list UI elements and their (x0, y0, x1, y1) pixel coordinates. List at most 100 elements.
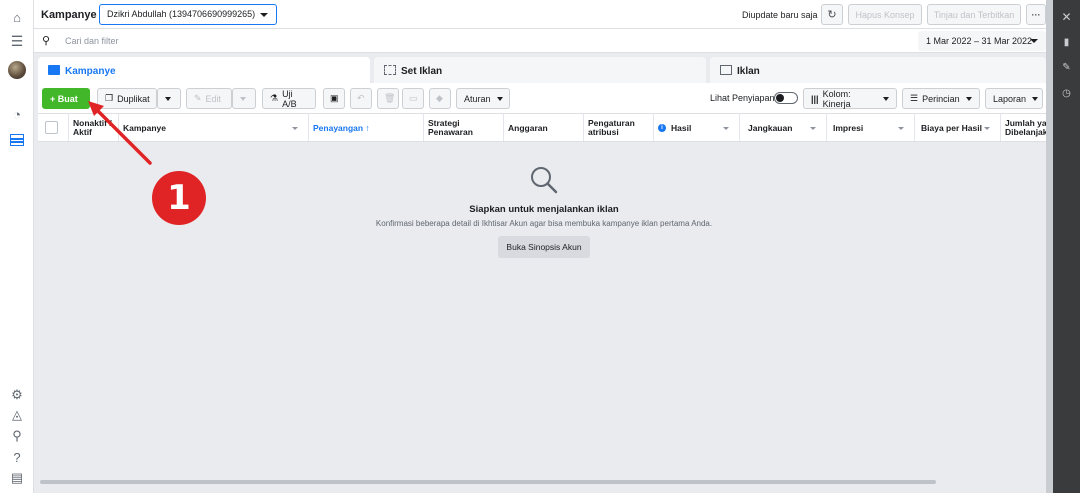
dashboard-icon[interactable]: ◔ (9, 106, 25, 122)
duplicate-dropdown[interactable] (157, 88, 181, 109)
report-icon[interactable]: ▤ (9, 470, 25, 486)
columns-label: Kolom: Kinerja (822, 88, 851, 109)
top-bar: Kampanye Dzikri Abdullah (13947066909992… (34, 0, 1046, 29)
clipboard-icon: ▣ (330, 93, 339, 103)
rules-button[interactable]: Aturan (456, 88, 510, 109)
column-campaign[interactable]: Kampanye (119, 114, 309, 141)
clipboard-button[interactable]: ▣ (323, 88, 345, 109)
date-range-label: 1 Mar 2022 – 31 Mar 2022 (926, 36, 1033, 46)
tag-button[interactable]: ◆ (429, 88, 451, 109)
chevron-down-icon (260, 13, 268, 17)
review-publish-button[interactable]: Tinjau dan Terbitkan (927, 4, 1021, 25)
open-account-overview-button[interactable]: Buka Sinopsis Akun (498, 236, 590, 258)
account-selector[interactable]: Dzikri Abdullah (1394706690999265) (99, 4, 277, 25)
column-label: Hasil (671, 122, 692, 133)
column-attribution[interactable]: Pengaturan atribusi (584, 114, 654, 141)
preview-icon: ▭ (409, 93, 418, 103)
level-tabs: Kampanye Set Iklan Iklan (38, 57, 1046, 83)
menu-icon[interactable]: ☰ (9, 33, 25, 49)
date-range-picker[interactable]: 1 Mar 2022 – 31 Mar 2022 (918, 31, 1046, 51)
more-options-button[interactable]: ··· (1026, 4, 1046, 25)
column-bid-strategy[interactable]: Strategi Penawaran (424, 114, 504, 141)
breakdown-button[interactable]: ☰ Perincian (902, 88, 980, 109)
tab-label: Set Iklan (401, 66, 443, 77)
column-label: Penayangan ↑ (313, 122, 370, 133)
chevron-down-icon (723, 127, 729, 130)
reports-label: Laporan (993, 93, 1027, 104)
column-label: Impresi (833, 122, 864, 133)
bell-icon[interactable]: ◬ (9, 407, 25, 423)
chevron-down-icon (240, 96, 246, 101)
update-status: Diupdate baru saja (742, 10, 818, 20)
breakdown-label: Perincian (922, 93, 960, 104)
column-label: Jangkauan (748, 122, 793, 133)
undo-icon: ↶ (357, 93, 365, 103)
flask-icon: ⚗ (270, 93, 279, 103)
gear-icon[interactable]: ⚙ (9, 387, 25, 403)
search-icon[interactable]: ⚲ (9, 428, 25, 444)
tag-icon: ◆ (436, 93, 443, 103)
table-header: Nonaktif / Aktif Kampanye Penayangan ↑ S… (38, 114, 1050, 142)
column-cost-per-result[interactable]: Biaya per Hasil (915, 114, 1001, 141)
empty-state-title: Siapkan untuk menjalankan iklan (469, 204, 619, 215)
search-input[interactable]: Cari dan filter (65, 36, 119, 46)
rules-label: Aturan (464, 93, 491, 104)
select-all-cell (38, 114, 69, 141)
breakdown-icon: ☰ (910, 93, 919, 103)
edit-dropdown[interactable] (232, 88, 256, 109)
duplicate-button[interactable]: ❐ Duplikat (97, 88, 157, 109)
close-icon[interactable]: ✕ (1060, 10, 1073, 24)
ab-test-button[interactable]: ⚗ Uji A/B (262, 88, 316, 109)
refresh-icon: ↻ (827, 9, 837, 21)
refresh-button[interactable]: ↻ (821, 4, 843, 25)
column-impressions[interactable]: Impresi (827, 114, 915, 141)
select-all-checkbox[interactable] (45, 121, 58, 134)
clock-icon[interactable]: ◷ (1060, 87, 1073, 100)
tab-label: Iklan (737, 66, 760, 77)
column-reach[interactable]: Jangkauan (740, 114, 827, 141)
columns-button[interactable]: ||| Kolom: Kinerja (803, 88, 897, 109)
column-results[interactable]: i Hasil (654, 114, 740, 141)
chevron-down-icon (1030, 39, 1038, 43)
reports-button[interactable]: Laporan (985, 88, 1043, 109)
delete-button[interactable]: 🗑 (377, 88, 399, 109)
tab-label: Kampanye (65, 66, 116, 77)
view-setup-toggle[interactable] (774, 92, 798, 104)
undo-button[interactable]: ↶ (350, 88, 372, 109)
help-icon[interactable]: ? (9, 449, 25, 465)
campaign-grid-icon[interactable] (10, 134, 24, 146)
edit-button[interactable]: ✎ Edit (186, 88, 232, 109)
tab-ad-sets[interactable]: Set Iklan (374, 57, 706, 83)
horizontal-scrollbar[interactable] (38, 479, 1050, 485)
column-amount-spent[interactable]: Jumlah yang Dibelanjakan (1001, 114, 1050, 141)
copy-icon: ❐ (105, 93, 114, 103)
ads-manager: ⌂ ☰ ◔ ⚙ ◬ ⚲ ? ▤ Kampanye Dzikri Abdullah… (0, 0, 1080, 493)
create-button[interactable]: + Buat (42, 88, 90, 109)
left-navigation: ⌂ ☰ ◔ ⚙ ◬ ⚲ ? ▤ (0, 0, 34, 493)
column-delivery[interactable]: Penayangan ↑ (309, 114, 424, 141)
bar-chart-icon[interactable]: ▮ (1060, 36, 1073, 49)
column-toggle[interactable]: Nonaktif / Aktif (69, 114, 119, 141)
edit-label: Edit (205, 93, 222, 104)
discard-draft-button[interactable]: Hapus Konsep (848, 4, 922, 25)
column-budget[interactable]: Anggaran (504, 114, 584, 141)
search-icon: ⚲ (42, 35, 51, 47)
duplicate-label: Duplikat (117, 93, 150, 104)
view-setup-label: Lihat Penyiapan (710, 93, 775, 103)
tab-campaigns[interactable]: Kampanye (38, 57, 370, 83)
chevron-down-icon (1032, 96, 1039, 101)
home-icon[interactable]: ⌂ (9, 9, 25, 25)
chevron-down-icon (883, 96, 889, 101)
scrollbar-thumb[interactable] (40, 480, 936, 484)
chevron-down-icon (810, 127, 816, 130)
avatar[interactable] (8, 61, 26, 79)
tab-ads[interactable]: Iklan (710, 57, 1046, 83)
right-panel: ✕ ▮ ✎ ◷ (1053, 0, 1080, 493)
chevron-down-icon (984, 127, 990, 130)
chevron-down-icon (965, 96, 972, 101)
page-title: Kampanye (41, 9, 97, 21)
chevron-down-icon (898, 127, 904, 130)
window-icon (720, 65, 732, 75)
pencil-icon[interactable]: ✎ (1060, 61, 1073, 74)
preview-button[interactable]: ▭ (402, 88, 424, 109)
